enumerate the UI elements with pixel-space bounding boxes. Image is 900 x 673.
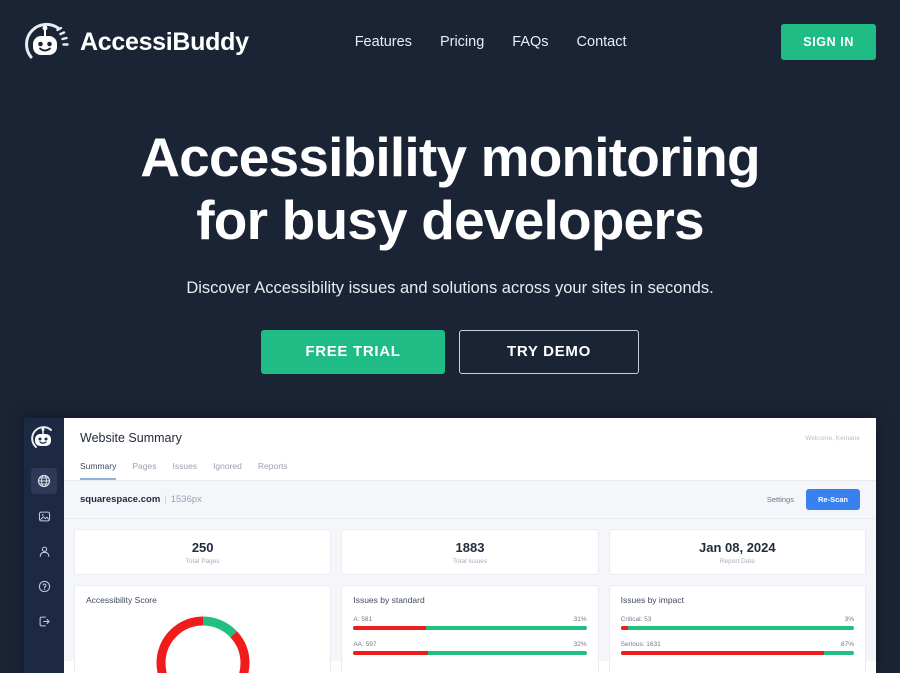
stat-label: Total Issues xyxy=(452,558,488,565)
site-viewport-width: 1536px xyxy=(170,494,202,505)
panels-row: Accessibility Score Issues by standard A… xyxy=(74,585,866,673)
logout-icon xyxy=(39,616,50,626)
tab-ignored[interactable]: Ignored xyxy=(213,461,242,480)
urlbar-separator: | xyxy=(164,494,167,505)
tab-pages[interactable]: Pages xyxy=(132,461,156,480)
nav-link-pricing[interactable]: Pricing xyxy=(440,34,484,50)
bar-fill xyxy=(353,626,426,630)
dashboard-preview: Website Summary Welcome, Kemane Summary … xyxy=(24,418,876,673)
sidebar-item-images[interactable] xyxy=(31,503,57,529)
sign-in-button[interactable]: SIGN IN xyxy=(781,24,876,60)
bar-value-label: 31% xyxy=(573,616,587,623)
hero-section: Accessibility monitoring for busy develo… xyxy=(0,84,900,374)
stat-card-total-issues: 1883 Total Issues xyxy=(341,529,599,575)
urlbar-actions: Settings Re-Scan xyxy=(767,489,860,510)
hero-cta-group: FREE TRIAL TRY DEMO xyxy=(0,329,900,374)
donut-svg xyxy=(156,616,250,673)
top-navbar: AccessiBuddy Features Pricing FAQs Conta… xyxy=(0,0,900,84)
welcome-text: Welcome, Kemane xyxy=(805,435,860,442)
nav-links: Features Pricing FAQs Contact xyxy=(355,34,627,50)
bar-row-serious: Serious: 1631 87% xyxy=(620,641,854,655)
dashboard-main: Website Summary Welcome, Kemane Summary … xyxy=(64,418,876,673)
hero-title-line-2: for busy developers xyxy=(196,189,704,252)
stat-value: 250 xyxy=(191,540,214,555)
tab-reports[interactable]: Reports xyxy=(258,461,288,480)
image-icon xyxy=(38,511,50,521)
bar-row-aa: AA: 597 32% xyxy=(353,641,587,655)
bar-track xyxy=(353,626,587,630)
stat-card-report-date: Jan 08, 2024 Report Date xyxy=(608,529,866,575)
bar-track xyxy=(620,626,854,630)
tab-issues[interactable]: Issues xyxy=(172,461,197,480)
sidebar-item-logout[interactable] xyxy=(31,608,57,634)
stat-label: Total Pages xyxy=(185,558,220,565)
person-icon xyxy=(39,546,49,557)
dashboard-title: Website Summary xyxy=(80,431,182,445)
globe-icon xyxy=(37,474,51,488)
bar-category-label: A: 581 xyxy=(353,616,373,623)
page-title: Accessibility monitoring for busy develo… xyxy=(0,126,900,253)
rescan-button[interactable]: Re-Scan xyxy=(805,489,860,510)
stat-label: Report Date xyxy=(719,558,755,565)
site-domain: squarespace.com xyxy=(80,494,161,505)
bar-fill xyxy=(353,651,428,655)
bar-track xyxy=(353,651,587,655)
sidebar-item-account[interactable] xyxy=(31,538,57,564)
tab-summary[interactable]: Summary xyxy=(80,461,117,480)
bar-value-label: 32% xyxy=(573,641,587,648)
bar-fill xyxy=(620,651,824,655)
panel-issues-by-standard: Issues by standard A: 581 31% AA: 597 32… xyxy=(341,585,599,673)
bar-row-critical: Critical: 53 3% xyxy=(620,616,854,630)
robot-gauge-icon xyxy=(25,22,69,59)
sidebar-item-help[interactable] xyxy=(31,573,57,599)
panel-title: Issues by standard xyxy=(353,595,425,605)
sidebar-item-websites[interactable] xyxy=(31,468,57,494)
panel-issues-by-impact: Issues by impact Critical: 53 3% Serious… xyxy=(608,585,866,673)
brand-logo-group[interactable]: AccessiBuddy xyxy=(22,21,249,63)
bar-category-label: Critical: 53 xyxy=(620,616,652,623)
panel-title: Issues by impact xyxy=(620,595,684,605)
brand-name: AccessiBuddy xyxy=(80,27,249,56)
stat-value: 1883 xyxy=(455,540,485,555)
bar-category-label: AA: 597 xyxy=(353,641,377,648)
stat-value: Jan 08, 2024 xyxy=(699,540,776,555)
bar-track xyxy=(620,651,854,655)
landing-page: AccessiBuddy Features Pricing FAQs Conta… xyxy=(0,0,900,673)
nav-link-contact[interactable]: Contact xyxy=(577,34,627,50)
robot-icon xyxy=(31,426,52,448)
bar-fill xyxy=(620,626,628,630)
dashboard-sidebar xyxy=(24,418,64,673)
nav-link-features[interactable]: Features xyxy=(355,34,412,50)
dashboard-header: Website Summary Welcome, Kemane xyxy=(64,418,876,445)
panel-accessibility-score: Accessibility Score xyxy=(74,585,332,673)
free-trial-button[interactable]: FREE TRIAL xyxy=(261,329,445,374)
question-circle-icon xyxy=(38,580,50,592)
panel-title: Accessibility Score xyxy=(86,595,157,605)
stats-row: 250 Total Pages 1883 Total Issues Jan 08… xyxy=(74,529,866,575)
dashboard-tabs: Summary Pages Issues Ignored Reports xyxy=(64,445,876,481)
bar-category-label: Serious: 1631 xyxy=(620,641,661,648)
site-urlbar: squarespace.com | 1536px Settings Re-Sca… xyxy=(64,481,876,519)
score-donut-chart xyxy=(86,611,319,673)
hero-subtitle: Discover Accessibility issues and soluti… xyxy=(186,278,714,297)
nav-link-faqs[interactable]: FAQs xyxy=(512,34,548,50)
settings-link[interactable]: Settings xyxy=(767,495,794,504)
bar-value-label: 87% xyxy=(840,641,854,648)
hero-title-line-1: Accessibility monitoring xyxy=(140,126,760,188)
dashboard-body: 250 Total Pages 1883 Total Issues Jan 08… xyxy=(64,519,876,673)
bar-value-label: 3% xyxy=(844,616,854,623)
stat-card-total-pages: 250 Total Pages xyxy=(74,529,332,575)
try-demo-button[interactable]: TRY DEMO xyxy=(459,329,639,374)
bar-row-a: A: 581 31% xyxy=(353,616,587,630)
